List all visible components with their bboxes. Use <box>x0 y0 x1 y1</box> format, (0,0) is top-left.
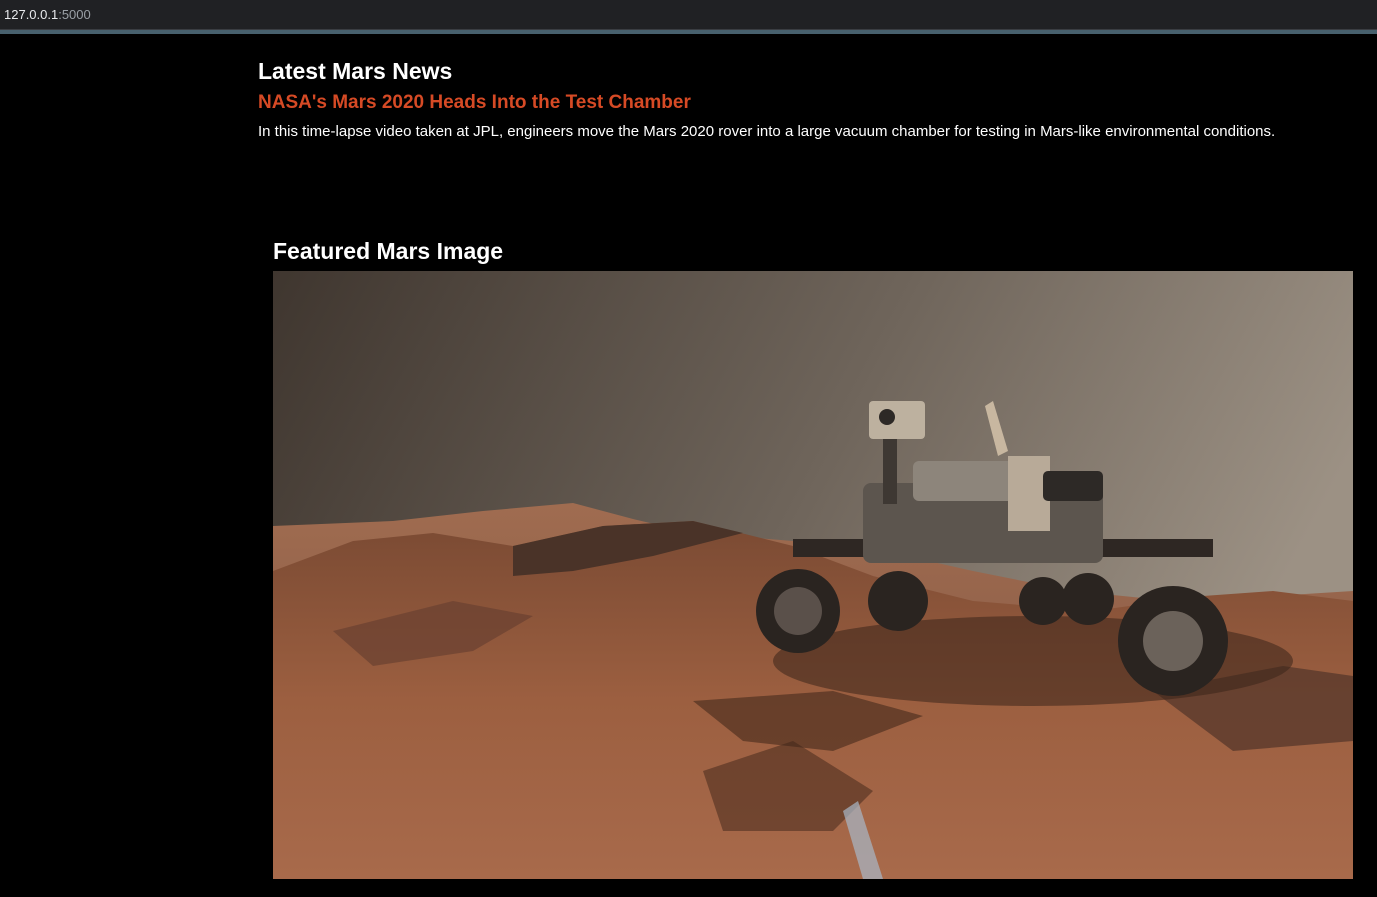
address-port: :5000 <box>58 7 91 22</box>
news-title-link[interactable]: NASA's Mars 2020 Heads Into the Test Cha… <box>258 90 1368 116</box>
address-host: 127.0.0.1 <box>4 7 59 22</box>
address-url[interactable]: 127.0.0.1:5000 <box>4 7 91 23</box>
latest-news-section: Latest Mars News NASA's Mars 2020 Heads … <box>258 56 1368 142</box>
news-section-heading: Latest Mars News <box>258 58 453 84</box>
browser-address-bar[interactable]: 127.0.0.1:5000 <box>0 0 1377 30</box>
featured-mars-image[interactable] <box>273 271 1353 879</box>
featured-image-section: Featured Mars Image <box>273 236 1353 879</box>
page-load-bar <box>0 30 1377 34</box>
news-teaser: In this time-lapse video taken at JPL, e… <box>258 123 1276 140</box>
featured-image-heading: Featured Mars Image <box>273 238 504 264</box>
